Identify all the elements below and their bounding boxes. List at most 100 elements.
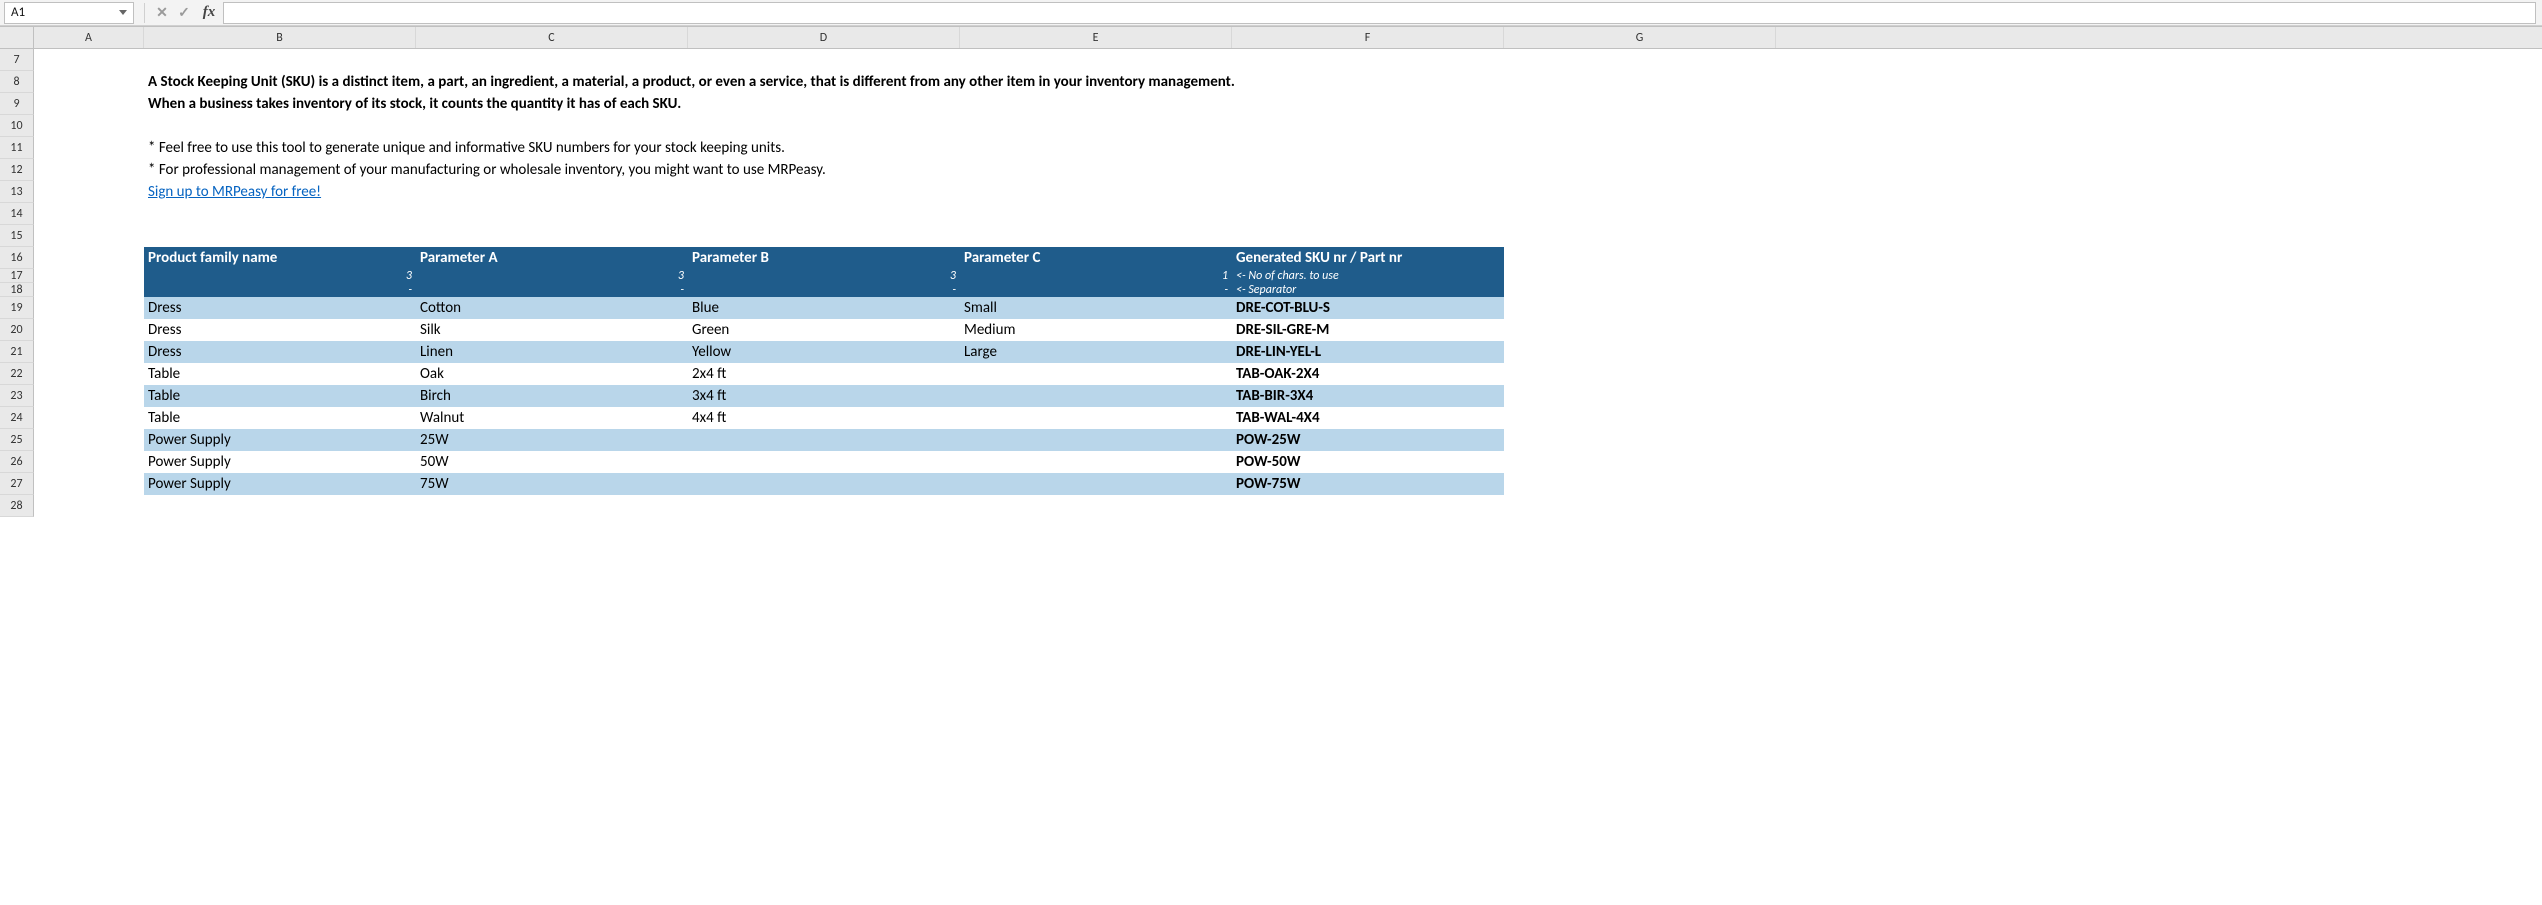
data-cell[interactable]: Power Supply (144, 429, 416, 451)
row-header[interactable]: 13 (0, 181, 34, 203)
note-2[interactable]: * For professional management of your ma… (144, 159, 1504, 181)
cell[interactable] (144, 49, 1504, 71)
cell[interactable] (34, 93, 144, 115)
data-cell[interactable]: Table (144, 363, 416, 385)
generated-sku-cell[interactable]: DRE-LIN-YEL-L (1232, 341, 1504, 363)
th-param-c[interactable]: Parameter C (960, 247, 1232, 269)
col-header-F[interactable]: F (1232, 27, 1504, 48)
chars-C[interactable]: 3 (416, 269, 688, 283)
row-header[interactable]: 15 (0, 225, 34, 247)
row-header[interactable]: 16 (0, 247, 34, 269)
row-header[interactable]: 11 (0, 137, 34, 159)
cell[interactable] (144, 203, 1504, 225)
cell[interactable] (34, 473, 144, 495)
chars-D[interactable]: 3 (688, 269, 960, 283)
data-cell[interactable] (960, 473, 1232, 495)
intro-text-1[interactable]: A Stock Keeping Unit (SKU) is a distinct… (144, 71, 1504, 93)
data-cell[interactable]: 25W (416, 429, 688, 451)
th-param-a[interactable]: Parameter A (416, 247, 688, 269)
cell[interactable] (34, 159, 144, 181)
cell[interactable] (34, 283, 144, 297)
cell[interactable] (144, 495, 1504, 517)
data-cell[interactable]: Table (144, 407, 416, 429)
row-header[interactable]: 27 (0, 473, 34, 495)
data-cell[interactable]: Power Supply (144, 473, 416, 495)
data-cell[interactable]: Dress (144, 297, 416, 319)
cell[interactable] (34, 319, 144, 341)
generated-sku-cell[interactable]: POW-75W (1232, 473, 1504, 495)
generated-sku-cell[interactable]: POW-25W (1232, 429, 1504, 451)
col-header-A[interactable]: A (34, 27, 144, 48)
cell[interactable] (34, 203, 144, 225)
cell[interactable] (34, 71, 144, 93)
data-cell[interactable]: Walnut (416, 407, 688, 429)
cell[interactable] (34, 495, 144, 517)
sep-B[interactable]: - (144, 283, 416, 297)
data-cell[interactable]: Green (688, 319, 960, 341)
sep-E[interactable]: - (960, 283, 1232, 297)
row-header[interactable]: 21 (0, 341, 34, 363)
row-header[interactable]: 12 (0, 159, 34, 181)
generated-sku-cell[interactable]: TAB-WAL-4X4 (1232, 407, 1504, 429)
spreadsheet-grid[interactable]: A B C D E F G 7 8 A Stock Keeping Unit (… (0, 26, 2542, 517)
data-cell[interactable]: Cotton (416, 297, 688, 319)
cell[interactable] (34, 181, 144, 203)
row-header[interactable]: 19 (0, 297, 34, 319)
col-header-D[interactable]: D (688, 27, 960, 48)
cell[interactable] (34, 341, 144, 363)
signup-link[interactable]: Sign up to MRPeasy for free! (144, 181, 1504, 203)
cell[interactable] (34, 269, 144, 283)
row-header[interactable]: 24 (0, 407, 34, 429)
cell[interactable] (34, 247, 144, 269)
cell[interactable] (144, 225, 1504, 247)
data-cell[interactable]: Blue (688, 297, 960, 319)
row-header[interactable]: 18 (0, 283, 34, 297)
row-header[interactable]: 7 (0, 49, 34, 71)
data-cell[interactable]: Linen (416, 341, 688, 363)
row-header[interactable]: 22 (0, 363, 34, 385)
sep-D[interactable]: - (688, 283, 960, 297)
generated-sku-cell[interactable]: TAB-OAK-2X4 (1232, 363, 1504, 385)
cell[interactable] (34, 451, 144, 473)
data-cell[interactable] (688, 429, 960, 451)
row-header[interactable]: 25 (0, 429, 34, 451)
data-cell[interactable] (960, 451, 1232, 473)
cell[interactable] (34, 297, 144, 319)
data-cell[interactable]: 4x4 ft (688, 407, 960, 429)
data-cell[interactable]: Medium (960, 319, 1232, 341)
data-cell[interactable]: 2x4 ft (688, 363, 960, 385)
generated-sku-cell[interactable]: DRE-SIL-GRE-M (1232, 319, 1504, 341)
intro-text-2[interactable]: When a business takes inventory of its s… (144, 93, 1504, 115)
th-generated-sku[interactable]: Generated SKU nr / Part nr (1232, 247, 1504, 269)
row-header[interactable]: 10 (0, 115, 34, 137)
data-cell[interactable]: Dress (144, 341, 416, 363)
data-cell[interactable]: Birch (416, 385, 688, 407)
chars-note[interactable]: <- No of chars. to use (1232, 269, 1504, 283)
data-cell[interactable] (960, 407, 1232, 429)
col-header-G[interactable]: G (1504, 27, 1776, 48)
cell[interactable] (34, 137, 144, 159)
fx-icon[interactable]: fx (195, 2, 223, 24)
generated-sku-cell[interactable]: TAB-BIR-3X4 (1232, 385, 1504, 407)
chevron-down-icon[interactable] (119, 10, 127, 15)
th-param-b[interactable]: Parameter B (688, 247, 960, 269)
data-cell[interactable]: Oak (416, 363, 688, 385)
row-header[interactable]: 17 (0, 269, 34, 283)
generated-sku-cell[interactable]: POW-50W (1232, 451, 1504, 473)
data-cell[interactable]: Dress (144, 319, 416, 341)
data-cell[interactable]: Table (144, 385, 416, 407)
cell[interactable] (34, 225, 144, 247)
th-product-family[interactable]: Product family name (144, 247, 416, 269)
data-cell[interactable]: 3x4 ft (688, 385, 960, 407)
data-cell[interactable]: Large (960, 341, 1232, 363)
row-header[interactable]: 20 (0, 319, 34, 341)
chars-E[interactable]: 1 (960, 269, 1232, 283)
row-header[interactable]: 14 (0, 203, 34, 225)
data-cell[interactable]: Power Supply (144, 451, 416, 473)
generated-sku-cell[interactable]: DRE-COT-BLU-S (1232, 297, 1504, 319)
cell[interactable] (34, 385, 144, 407)
cell[interactable] (34, 429, 144, 451)
row-header[interactable]: 26 (0, 451, 34, 473)
data-cell[interactable] (688, 473, 960, 495)
data-cell[interactable]: Yellow (688, 341, 960, 363)
